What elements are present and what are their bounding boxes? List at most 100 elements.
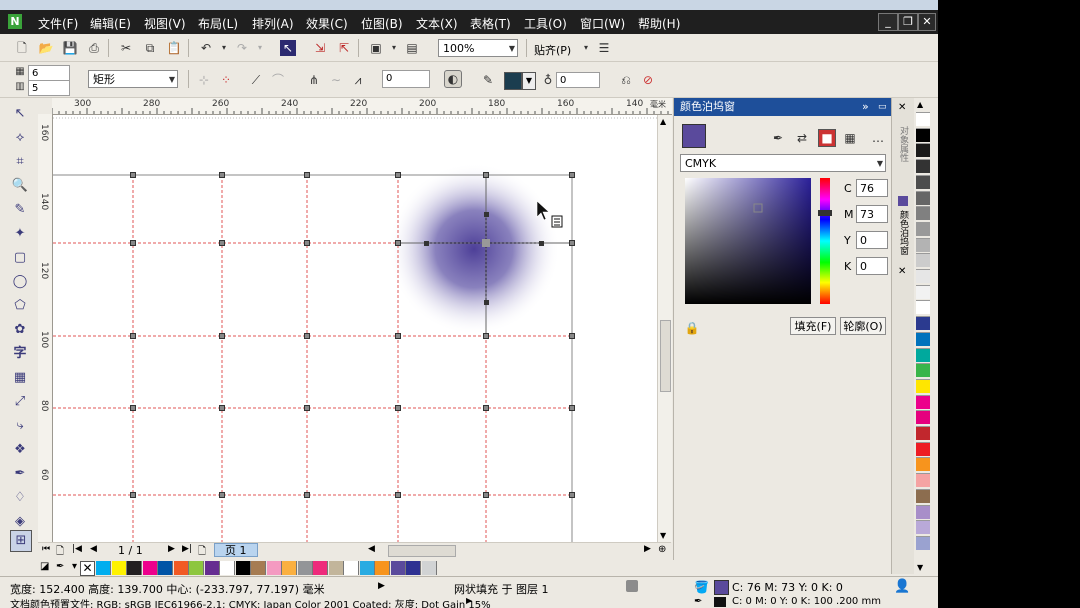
mesh-node[interactable] xyxy=(483,333,489,339)
mesh-color-swatch[interactable] xyxy=(504,72,522,90)
scroll-up-icon[interactable]: ▲ xyxy=(660,117,666,126)
palette-swatch[interactable] xyxy=(406,561,421,575)
import-icon[interactable]: ⇲ xyxy=(312,40,328,56)
previous-page-icon[interactable]: ◀ xyxy=(90,544,97,554)
smart-fill-tool-icon[interactable]: ✦ xyxy=(10,224,30,244)
mesh-node[interactable] xyxy=(395,172,401,178)
elastic-mode-icon[interactable]: ◐ xyxy=(444,70,462,88)
side-tab-close-icon[interactable]: ✕ xyxy=(898,266,906,277)
first-page-button-icon[interactable]: |◀ xyxy=(72,544,82,554)
palette-eyedropper-icon[interactable]: ✒ xyxy=(56,561,64,572)
drawing-canvas[interactable] xyxy=(53,115,657,542)
side-close-icon[interactable]: ✕ xyxy=(898,102,906,113)
outline-tool-icon[interactable]: ♢ xyxy=(10,488,30,508)
fill-button[interactable]: 填充(F) xyxy=(790,317,836,335)
palette-swatch[interactable] xyxy=(421,561,437,575)
rows-field[interactable]: 6 xyxy=(28,65,70,81)
mesh-node[interactable] xyxy=(395,492,401,498)
restore-button[interactable]: ❐ xyxy=(898,13,918,31)
mesh-node[interactable] xyxy=(569,172,575,178)
palette-swatch[interactable] xyxy=(916,237,930,252)
palette-swatch[interactable] xyxy=(282,561,297,575)
palette-swatch[interactable] xyxy=(916,426,930,440)
docker-minimize-icon[interactable]: ▭ xyxy=(878,98,887,116)
mesh-node[interactable] xyxy=(304,405,310,411)
new-file-icon[interactable]: 🗋 xyxy=(14,40,30,56)
palette-swatch[interactable] xyxy=(189,561,204,575)
palette-swatch[interactable] xyxy=(127,561,142,575)
page-tab[interactable]: 页 1 xyxy=(214,543,258,557)
channel-c-field[interactable]: 76 xyxy=(856,179,888,197)
palette-swatch[interactable] xyxy=(111,561,127,575)
scroll-down-icon[interactable]: ▼ xyxy=(660,531,666,540)
palette-swatch[interactable] xyxy=(916,174,930,189)
paste-icon[interactable]: 📋 xyxy=(166,40,182,56)
lock-icon[interactable]: 🔒 xyxy=(684,320,700,336)
palette-menu-icon[interactable]: ◪ xyxy=(40,561,49,572)
hue-slider[interactable] xyxy=(820,178,830,304)
zoom-tool-icon[interactable]: 🔍 xyxy=(10,176,30,196)
add-page-after-icon[interactable]: 🗋 xyxy=(198,544,206,561)
channel-y-field[interactable]: 0 xyxy=(856,231,888,249)
profile-arrow-icon[interactable]: ▶ xyxy=(466,596,472,605)
palette-swatch[interactable] xyxy=(916,535,930,550)
palette-swatch[interactable] xyxy=(916,378,930,393)
to-line-icon[interactable]: ⟋ xyxy=(248,72,264,88)
snap-dropdown-icon[interactable]: ▾ xyxy=(578,40,594,56)
palette-swatch[interactable] xyxy=(313,561,328,575)
mesh-node[interactable] xyxy=(130,333,136,339)
mesh-node[interactable] xyxy=(219,240,225,246)
crop-tool-icon[interactable]: ⌗ xyxy=(10,152,30,172)
mesh-node[interactable] xyxy=(130,405,136,411)
horizontal-ruler[interactable]: 300 280 260 240 220 200 180 160 140 毫米 xyxy=(52,98,672,115)
palette-swatch[interactable] xyxy=(916,488,930,503)
palette-swatch[interactable] xyxy=(266,561,282,575)
status-arrow-icon[interactable]: ▶ xyxy=(378,581,385,591)
palette-swatch[interactable] xyxy=(916,253,930,268)
palette-swatch[interactable] xyxy=(916,112,930,126)
palette-swatch[interactable] xyxy=(158,561,173,575)
fill-tool-icon[interactable]: ◈ xyxy=(10,512,30,532)
palette-swatch[interactable] xyxy=(916,127,930,142)
curve-smoothing-icon[interactable]: ⎌ xyxy=(618,72,634,88)
ellipse-tool-icon[interactable]: ◯ xyxy=(10,272,30,292)
palette-scroll-down-icon[interactable]: ▼ xyxy=(917,563,923,572)
menu-effects[interactable]: 效果(C) xyxy=(306,15,348,32)
eyedropper-icon[interactable]: ✎ xyxy=(480,72,496,88)
color-viewer-icon[interactable]: ■ xyxy=(818,129,836,147)
palette-swatch[interactable] xyxy=(390,561,406,575)
shape-tool-icon[interactable]: ⟡ xyxy=(10,128,30,148)
redo-icon[interactable]: ↷ xyxy=(234,40,250,56)
mesh-node[interactable] xyxy=(483,492,489,498)
menu-table[interactable]: 表格(T) xyxy=(470,15,511,32)
outline-button[interactable]: 轮廓(O) xyxy=(840,317,886,335)
menu-file[interactable]: 文件(F) xyxy=(38,15,78,32)
mesh-node[interactable] xyxy=(395,405,401,411)
mesh-node[interactable] xyxy=(569,405,575,411)
welcome-screen-icon[interactable]: ▤ xyxy=(404,40,420,56)
channel-k-field[interactable]: 0 xyxy=(856,257,888,275)
columns-field[interactable]: 5 xyxy=(28,80,70,96)
mesh-node[interactable] xyxy=(219,405,225,411)
palette-swatch[interactable] xyxy=(173,561,189,575)
palette-scroll-up-icon[interactable]: ▲ xyxy=(917,100,923,109)
color-palettes-icon[interactable]: ▦ xyxy=(842,130,858,146)
mesh-node[interactable] xyxy=(395,240,401,246)
pick-tool-icon[interactable]: ↖ xyxy=(10,104,30,124)
horizontal-scroll-thumb[interactable] xyxy=(388,545,456,557)
palette-swatch[interactable] xyxy=(916,159,930,174)
cusp-node-icon[interactable]: ⋔ xyxy=(306,72,322,88)
menu-help[interactable]: 帮助(H) xyxy=(638,15,680,32)
color-sliders-icon[interactable]: ⇄ xyxy=(794,130,810,146)
mesh-node[interactable] xyxy=(483,172,489,178)
close-button[interactable]: ✕ xyxy=(918,13,936,31)
copy-icon[interactable]: ⧉ xyxy=(142,40,158,56)
menu-layout[interactable]: 布局(L) xyxy=(198,15,238,32)
eyedropper-tool-icon[interactable]: ✒ xyxy=(10,464,30,484)
menu-window[interactable]: 窗口(W) xyxy=(580,15,625,32)
polygon-tool-icon[interactable]: ⬠ xyxy=(10,296,30,316)
to-curve-icon[interactable]: ⌒ xyxy=(270,72,286,88)
search-content-icon[interactable]: ↖ xyxy=(280,40,296,56)
mesh-fill-tool-icon[interactable]: ⊞ xyxy=(10,530,32,552)
freehand-tool-icon[interactable]: ✎ xyxy=(10,200,30,220)
